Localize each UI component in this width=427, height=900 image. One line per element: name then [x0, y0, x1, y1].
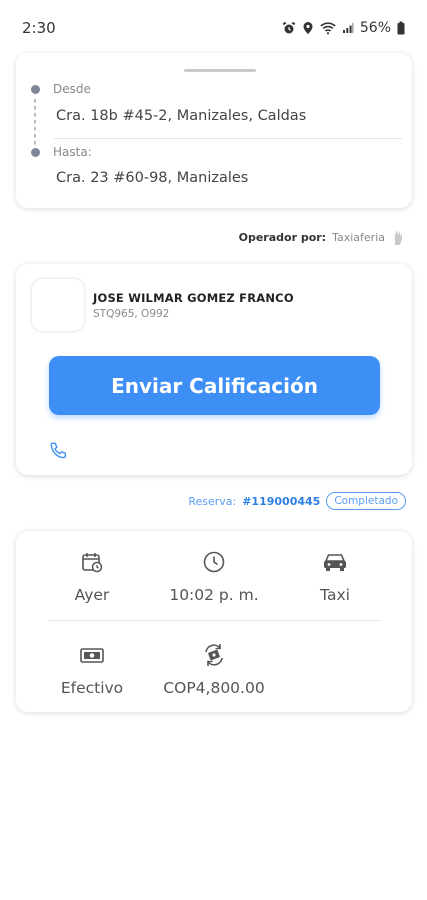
route-divider [54, 138, 402, 139]
reservation-number: #119000445 [242, 494, 321, 508]
trip-time: 10:02 p. m. [169, 586, 259, 604]
send-rating-button[interactable]: Enviar Calificación [49, 356, 380, 415]
info-date: Ayer [27, 548, 157, 604]
route-line [34, 99, 36, 147]
status-bar: 2:30 56% [0, 0, 427, 56]
info-amount: COP4,800.00 [149, 641, 279, 697]
status-time: 2:30 [22, 19, 56, 37]
operator-logo-icon [395, 230, 402, 245]
info-time: 10:02 p. m. [149, 548, 279, 604]
phone-icon[interactable] [48, 440, 70, 462]
cash-icon [80, 648, 104, 663]
location-icon [303, 22, 313, 34]
reservation-row: Reserva: #119000445 Completado [188, 492, 406, 510]
wifi-icon [320, 22, 336, 35]
info-payment: Efectivo [27, 641, 157, 697]
origin-dot [31, 85, 40, 94]
origin-label: Desde [53, 82, 91, 96]
operator-name: Taxiaferia [332, 230, 385, 244]
destination-address: Cra. 23 #60-98, Manizales [56, 170, 249, 186]
trip-date: Ayer [74, 586, 110, 604]
info-vehicle: Taxi [270, 548, 400, 604]
info-divider [49, 620, 381, 621]
signal-icon [342, 23, 354, 33]
status-icons: 56% [282, 20, 405, 36]
car-icon [324, 554, 346, 571]
trip-vehicle: Taxi [320, 586, 350, 604]
reservation-label: Reserva: [188, 494, 237, 508]
battery-percent: 56% [359, 20, 391, 36]
trip-info-card: Ayer 10:02 p. m. Taxi Efectivo COP4,800.… [16, 531, 412, 712]
alarm-icon [282, 21, 296, 34]
clock-icon [203, 551, 225, 573]
money-exchange-icon [205, 644, 223, 666]
payment-method: Efectivo [60, 679, 124, 697]
destination-dot [31, 148, 40, 157]
destination-label: Hasta: [53, 145, 92, 159]
operator-row: Operador por: Taxiaferia [239, 228, 405, 246]
calendar-icon [82, 553, 103, 573]
drag-handle[interactable] [184, 69, 256, 72]
route-card: Desde Cra. 18b #45-2, Manizales, Caldas … [16, 53, 412, 208]
origin-address: Cra. 18b #45-2, Manizales, Caldas [56, 108, 307, 124]
driver-avatar [32, 279, 84, 331]
status-badge: Completado [326, 492, 406, 510]
operator-label: Operador por: [238, 230, 327, 244]
driver-card: JOSE WILMAR GOMEZ FRANCO STQ965, O992 En… [16, 264, 412, 475]
driver-name: JOSE WILMAR GOMEZ FRANCO [93, 291, 294, 305]
trip-amount: COP4,800.00 [163, 679, 265, 697]
battery-icon [397, 21, 405, 35]
driver-plate: STQ965, O992 [93, 308, 170, 320]
